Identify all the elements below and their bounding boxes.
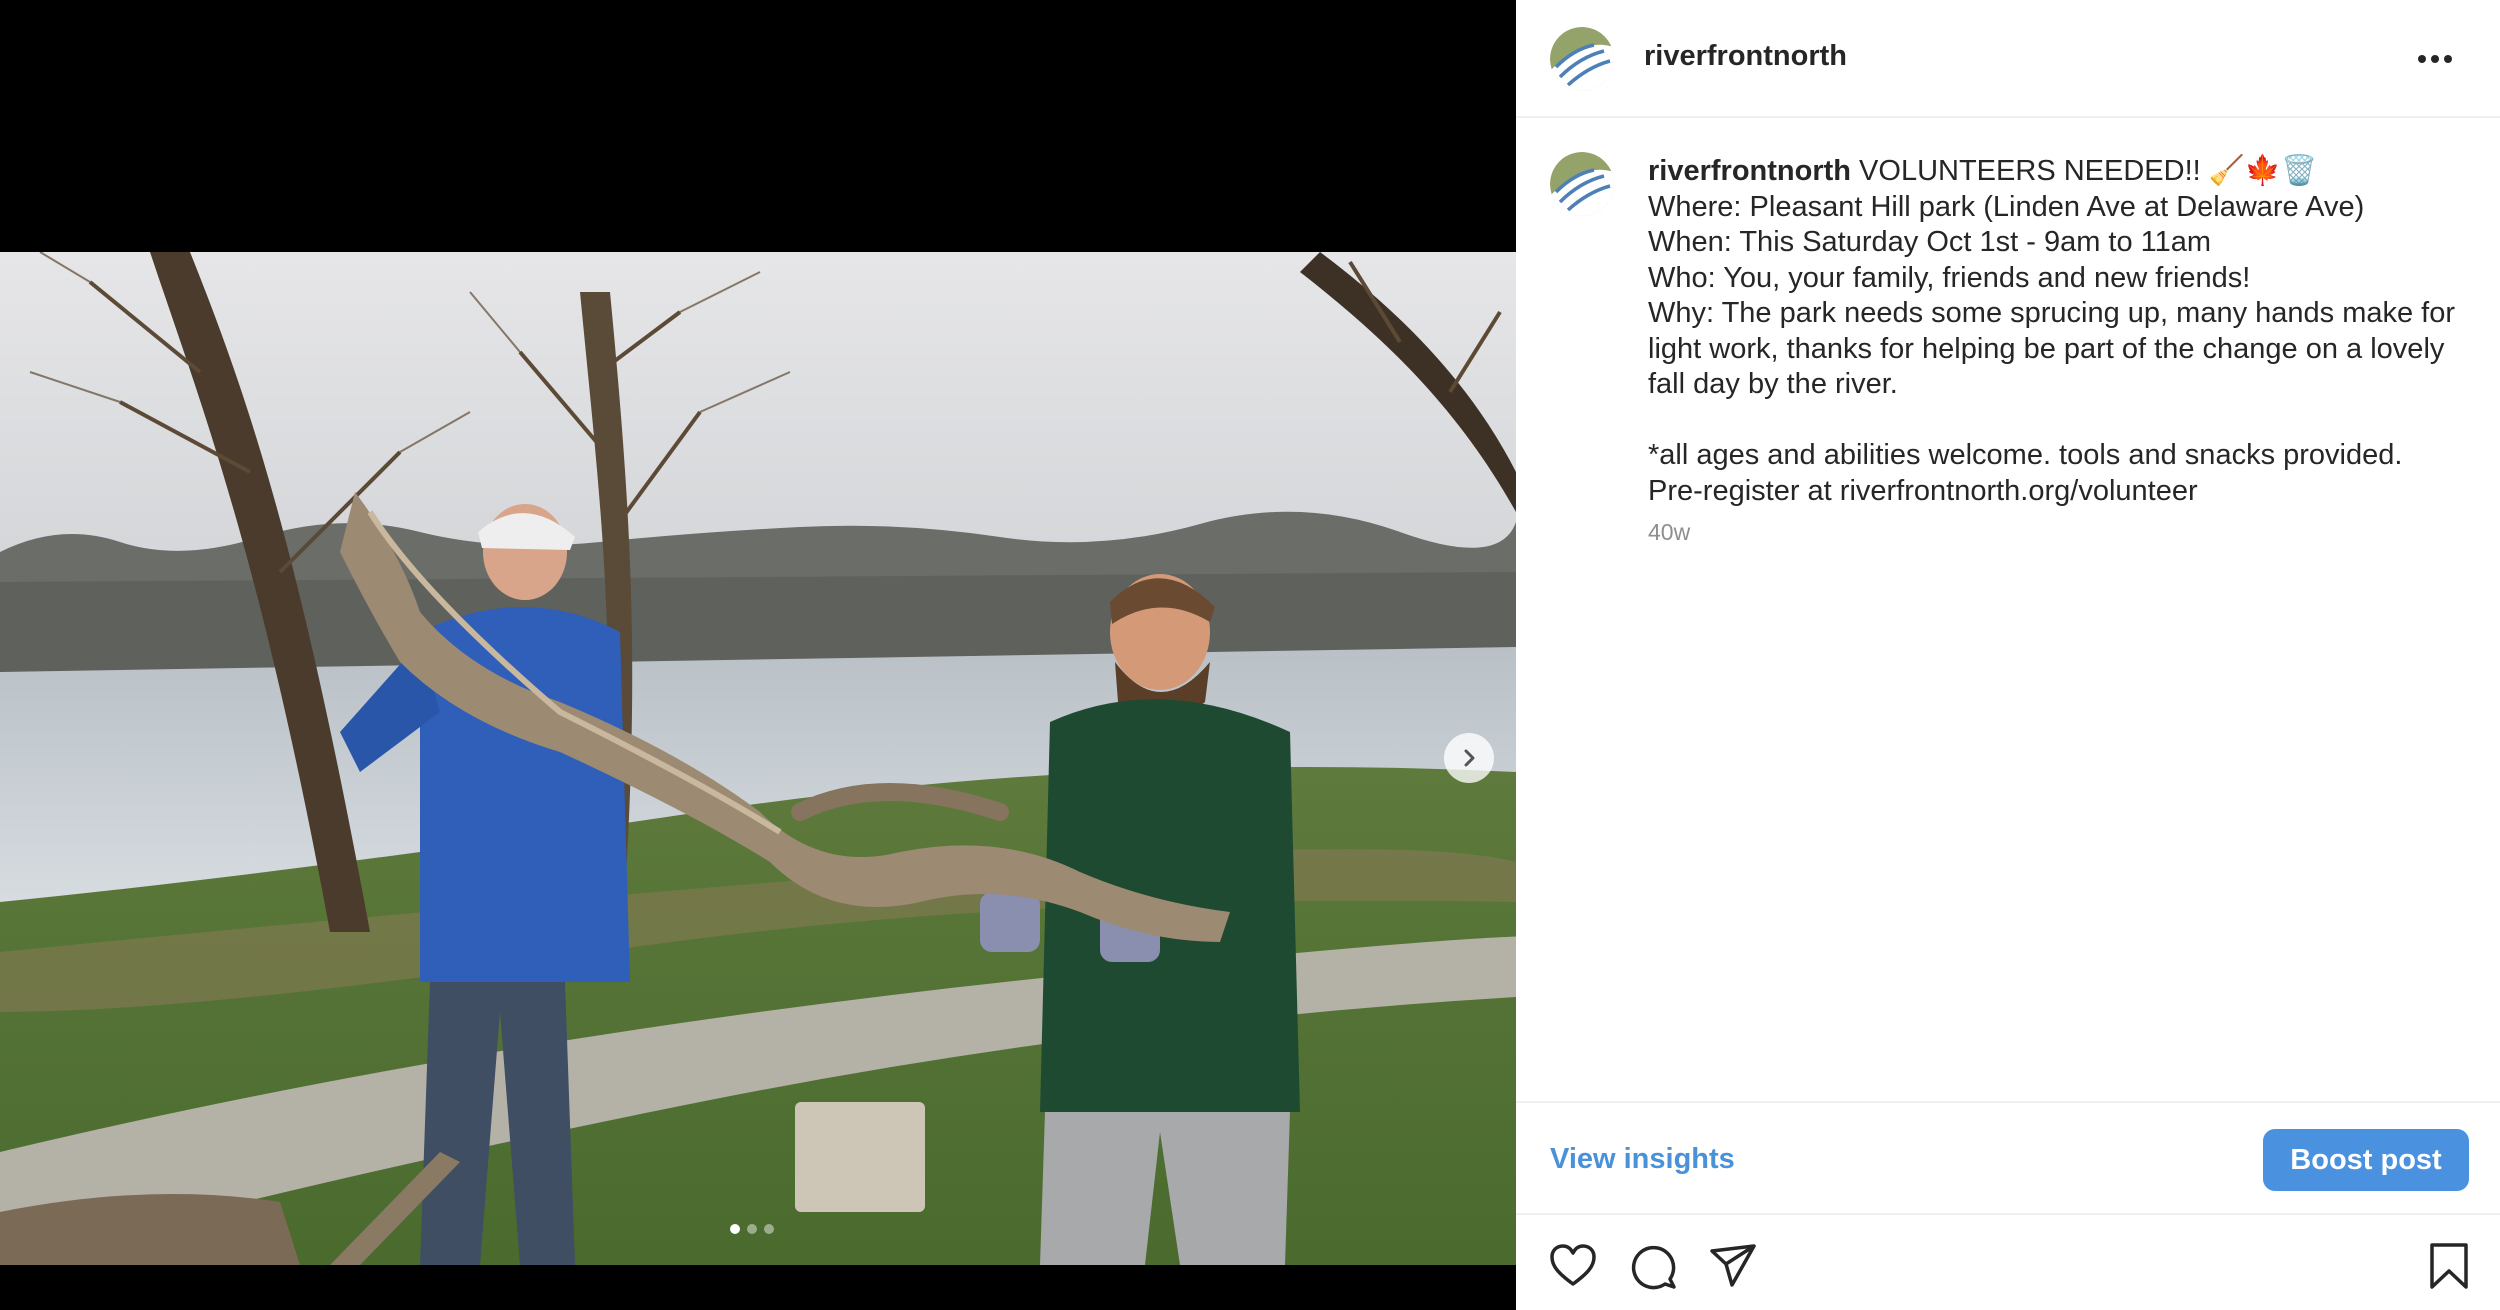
caption-link-line: Pre-register at riverfrontnorth.org/volu… [1648,474,2198,507]
like-button[interactable] [1548,1241,1598,1291]
caption-blank-line: ​ [1648,403,2468,439]
photo-illustration [0,252,1516,1265]
bookmark-icon [2430,1243,2468,1289]
caption-line: fall day by the river. [1648,368,1898,400]
post-photo[interactable] [0,252,1516,1265]
riverfrontnorth-logo [1550,152,1614,216]
comment-button[interactable] [1628,1241,1678,1291]
more-horizontal-icon [2418,55,2452,63]
caption-line: *all ages and abilities welcome. tools a… [1648,439,2403,471]
carousel-dot [747,1224,757,1234]
carousel-dot-active [730,1224,740,1234]
share-button[interactable] [1708,1241,1758,1291]
caption-avatar[interactable] [1550,152,1614,216]
caption-line: light work, thanks for helping be part o… [1648,332,2445,365]
caption-line: Why: The park needs some sprucing up, ma… [1648,297,2456,329]
caption-line: Who: You, your family, friends and new f… [1648,261,2251,294]
carousel-indicator [730,1224,774,1234]
post-header: riverfrontnorth [1516,0,2500,118]
post-media [0,0,1516,1310]
carousel-dot [764,1224,774,1234]
carousel-next-button[interactable] [1444,733,1494,783]
share-icon [1710,1244,1756,1287]
caption-first-line: riverfrontnorth VOLUNTEERS NEEDED!! 🧹🍁🗑️ [1648,154,2468,190]
avatar[interactable] [1550,27,1614,91]
post-actions-bar [1516,1215,2500,1310]
boost-post-button[interactable]: Boost post [2263,1129,2469,1191]
caption-text: riverfrontnorth VOLUNTEERS NEEDED!! 🧹🍁🗑️… [1648,154,2468,509]
caption-username[interactable]: riverfrontnorth [1648,155,1851,187]
save-button[interactable] [2424,1241,2474,1291]
riverfrontnorth-logo [1550,27,1614,91]
view-insights-link[interactable]: View insights [1550,1143,1735,1176]
post-timestamp[interactable]: 40w [1648,519,1690,546]
caption-headline: VOLUNTEERS NEEDED!! 🧹🍁🗑️ [1851,155,2318,187]
caption-line: When: This Saturday Oct 1st - 9am to 11a… [1648,226,2212,258]
post-username[interactable]: riverfrontnorth [1644,40,1847,73]
insights-bar: View insights Boost post [1516,1101,2500,1215]
post-side-panel: riverfrontnorth riverfrontnorth VOLUNTEE… [1516,0,2500,1310]
caption-line: Where: Pleasant Hill park (Linden Ave at… [1648,190,2365,223]
heart-icon [1550,1244,1596,1286]
comment-icon [1631,1245,1676,1290]
more-options-button[interactable] [2410,38,2460,78]
chevron-right-icon [1464,749,1475,767]
